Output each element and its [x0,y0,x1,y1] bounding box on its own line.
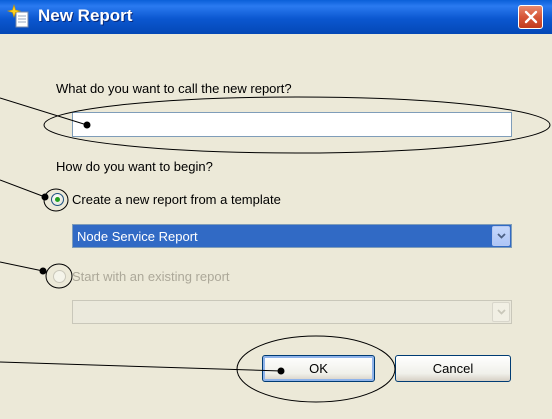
template-radio[interactable] [51,193,64,206]
existing-report-select[interactable] [72,300,512,324]
template-select[interactable]: Node Service Report [72,224,512,248]
ok-button[interactable]: OK [262,355,375,382]
existing-radio[interactable] [53,270,66,283]
report-name-input[interactable] [72,112,512,137]
cancel-button[interactable]: Cancel [395,355,511,382]
window-title: New Report [38,6,133,25]
close-button[interactable] [518,5,543,29]
template-select-value: Node Service Report [77,229,198,244]
close-x-icon [524,10,538,24]
existing-report-dropdown-button[interactable] [492,302,510,322]
existing-radio-label[interactable]: Start with an existing report [72,269,230,284]
new-report-dialog: New Report What do you want to call the … [0,0,552,419]
begin-label: How do you want to begin? [56,159,213,174]
title-bar[interactable]: New Report [0,0,552,34]
template-radio-label[interactable]: Create a new report from a template [72,192,281,207]
chevron-down-icon [497,233,506,239]
report-name-label: What do you want to call the new report? [56,81,292,96]
radio-selected-dot [55,197,60,202]
new-report-sparkle-icon [6,3,33,30]
template-select-dropdown-button[interactable] [492,226,510,246]
chevron-down-icon [497,309,506,315]
